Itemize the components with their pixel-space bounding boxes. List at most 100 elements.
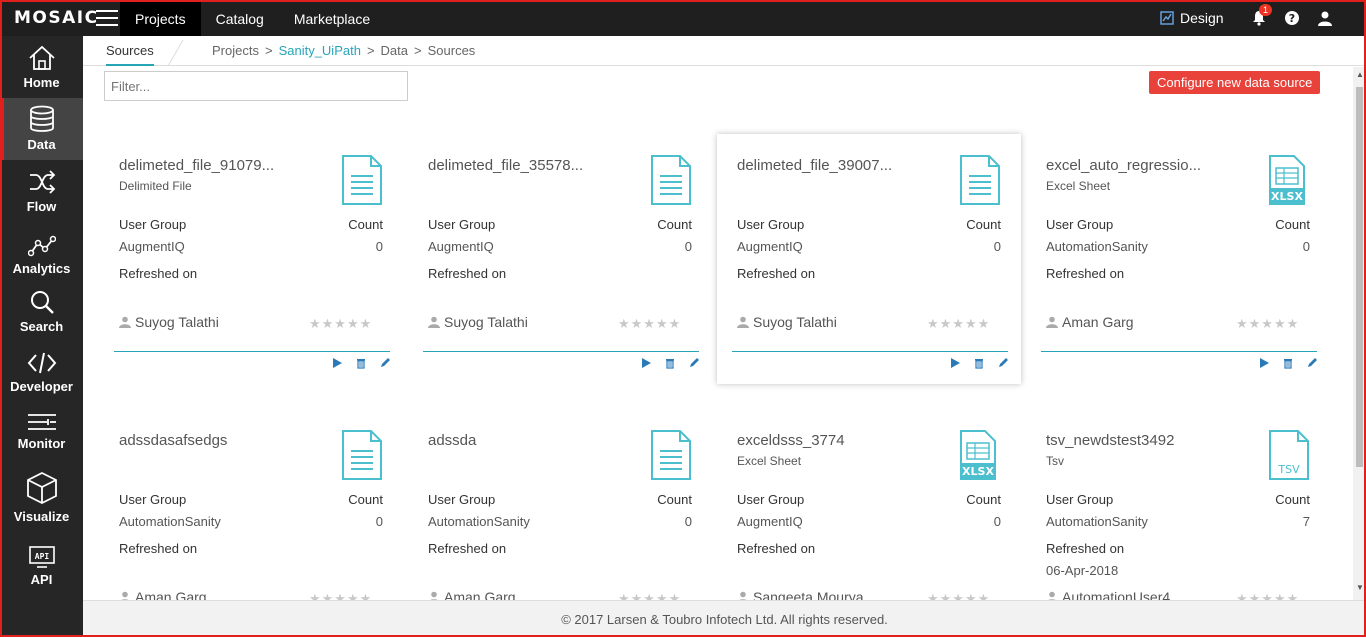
trash-icon[interactable]: [664, 357, 676, 369]
scrollbar[interactable]: ▲ ▼: [1353, 67, 1366, 600]
count-label: Count: [966, 492, 1001, 507]
card-title[interactable]: delimeted_file_35578...: [428, 157, 583, 174]
edit-icon[interactable]: [997, 357, 1009, 369]
sidebar-label: Developer: [10, 379, 73, 394]
user-group-label: User Group: [1046, 217, 1114, 232]
data-source-card[interactable]: delimeted_file_91079... Delimited File U…: [99, 134, 403, 384]
card-owner: AutomationUser4: [1046, 589, 1170, 600]
breadcrumb-project-name[interactable]: Sanity_UiPath: [279, 43, 361, 58]
filter-input[interactable]: [104, 71, 408, 101]
owner-name: Sangeeta Mourya: [753, 589, 864, 600]
count-label: Count: [1275, 217, 1310, 232]
sidebar-item-analytics[interactable]: Analytics: [0, 222, 83, 284]
breadcrumb-data[interactable]: Data: [381, 43, 408, 58]
nav-projects[interactable]: Projects: [120, 0, 201, 36]
data-source-card[interactable]: tsv_newdstest3492 Tsv TSV User Group Cou…: [1026, 409, 1330, 600]
analytics-icon: [27, 235, 56, 257]
card-title[interactable]: adssdasafsedgs: [119, 432, 227, 449]
count-value: 0: [993, 514, 1001, 529]
sidebar-item-flow[interactable]: Flow: [0, 160, 83, 222]
design-label: Design: [1180, 10, 1224, 26]
user-icon[interactable]: [1317, 10, 1333, 26]
play-icon[interactable]: [640, 357, 652, 369]
sidebar-item-monitor[interactable]: Monitor: [0, 402, 83, 459]
data-source-card[interactable]: adssdasafsedgs User Group Count Automati…: [99, 409, 403, 600]
sidebar-item-visualize[interactable]: Visualize: [0, 459, 83, 532]
app-logo[interactable]: MOSAIC: [14, 8, 99, 28]
nav-marketplace[interactable]: Marketplace: [279, 0, 385, 36]
breadcrumb-projects[interactable]: Projects: [212, 43, 259, 58]
nav-catalog[interactable]: Catalog: [201, 0, 279, 36]
card-title[interactable]: exceldsss_3774: [737, 432, 845, 449]
card-file-type: Tsv: [1046, 454, 1064, 468]
sidebar-item-home[interactable]: Home: [0, 36, 83, 98]
data-source-card[interactable]: excel_auto_regressio... Excel Sheet XLSX…: [1026, 134, 1330, 384]
design-button[interactable]: Design: [1160, 10, 1224, 26]
trash-icon[interactable]: [1282, 357, 1294, 369]
hamburger-menu-icon[interactable]: [96, 10, 118, 26]
edit-icon[interactable]: [688, 357, 700, 369]
rating-stars[interactable]: ★★★★★: [1236, 591, 1299, 600]
sidebar-item-search[interactable]: Search: [0, 284, 83, 342]
sidebar-item-developer[interactable]: Developer: [0, 342, 83, 402]
refreshed-on-label: Refreshed on: [737, 266, 816, 281]
card-title[interactable]: excel_auto_regressio...: [1046, 157, 1201, 174]
help-icon[interactable]: ?: [1284, 10, 1300, 26]
data-source-card[interactable]: exceldsss_3774 Excel Sheet XLSX User Gro…: [717, 409, 1021, 600]
card-title[interactable]: tsv_newdstest3492: [1046, 432, 1174, 449]
user-group-label: User Group: [1046, 492, 1114, 507]
edit-icon[interactable]: [1306, 357, 1318, 369]
trash-icon[interactable]: [355, 357, 367, 369]
card-owner: Aman Garg: [119, 589, 207, 600]
refreshed-on-label: Refreshed on: [1046, 266, 1125, 281]
card-title[interactable]: delimeted_file_39007...: [737, 157, 892, 174]
xlsx-icon: XLSX: [1269, 155, 1305, 205]
count-value: 0: [684, 239, 692, 254]
trash-icon[interactable]: [973, 357, 985, 369]
play-icon[interactable]: [949, 357, 961, 369]
data-source-card[interactable]: adssda User Group Count AutomationSanity…: [408, 409, 712, 600]
breadcrumb-separator: >: [366, 43, 375, 58]
refreshed-on-label: Refreshed on: [119, 266, 198, 281]
user-icon: [1046, 316, 1058, 328]
card-owner: Aman Garg: [428, 589, 516, 600]
data-source-card[interactable]: delimeted_file_35578... User Group Count…: [408, 134, 712, 384]
sidebar-label: API: [30, 572, 53, 587]
owner-name: Aman Garg: [444, 589, 516, 600]
user-group-value: AutomationSanity: [1046, 239, 1148, 254]
rating-stars[interactable]: ★★★★★: [927, 316, 990, 332]
count-value: 0: [1302, 239, 1310, 254]
count-value: 0: [684, 514, 692, 529]
card-icon: [650, 154, 692, 211]
count-value: 0: [993, 239, 1001, 254]
api-icon: API: [28, 546, 55, 568]
scrollbar-thumb[interactable]: [1356, 87, 1363, 467]
rating-stars[interactable]: ★★★★★: [309, 591, 372, 600]
breadcrumb: Projects > Sanity_UiPath > Data > Source…: [212, 43, 475, 58]
rating-stars[interactable]: ★★★★★: [1236, 316, 1299, 332]
configure-data-source-button[interactable]: Configure new data source: [1149, 71, 1321, 94]
user-group-value: AutomationSanity: [428, 514, 530, 529]
tab-sources[interactable]: Sources: [106, 43, 154, 66]
card-owner: Suyog Talathi: [119, 314, 219, 330]
sidebar-label: Visualize: [13, 509, 70, 524]
rating-stars[interactable]: ★★★★★: [618, 316, 681, 332]
rating-stars[interactable]: ★★★★★: [309, 316, 372, 332]
play-icon[interactable]: [331, 357, 343, 369]
card-title[interactable]: adssda: [428, 432, 476, 449]
sidebar-item-data[interactable]: Data: [0, 98, 83, 160]
owner-name: Aman Garg: [1062, 314, 1134, 330]
user-icon: [739, 591, 747, 600]
data-source-card[interactable]: delimeted_file_39007... User Group Count…: [717, 134, 1021, 384]
play-icon[interactable]: [1258, 357, 1270, 369]
scroll-up-icon[interactable]: ▲: [1356, 70, 1364, 79]
user-group-label: User Group: [737, 492, 805, 507]
file-icon: [342, 430, 382, 480]
rating-stars[interactable]: ★★★★★: [927, 591, 990, 600]
card-actions: [1258, 357, 1318, 369]
scroll-down-icon[interactable]: ▼: [1356, 583, 1364, 592]
edit-icon[interactable]: [379, 357, 391, 369]
rating-stars[interactable]: ★★★★★: [618, 591, 681, 600]
sidebar-item-api[interactable]: API API: [0, 532, 83, 595]
card-title[interactable]: delimeted_file_91079...: [119, 157, 274, 174]
